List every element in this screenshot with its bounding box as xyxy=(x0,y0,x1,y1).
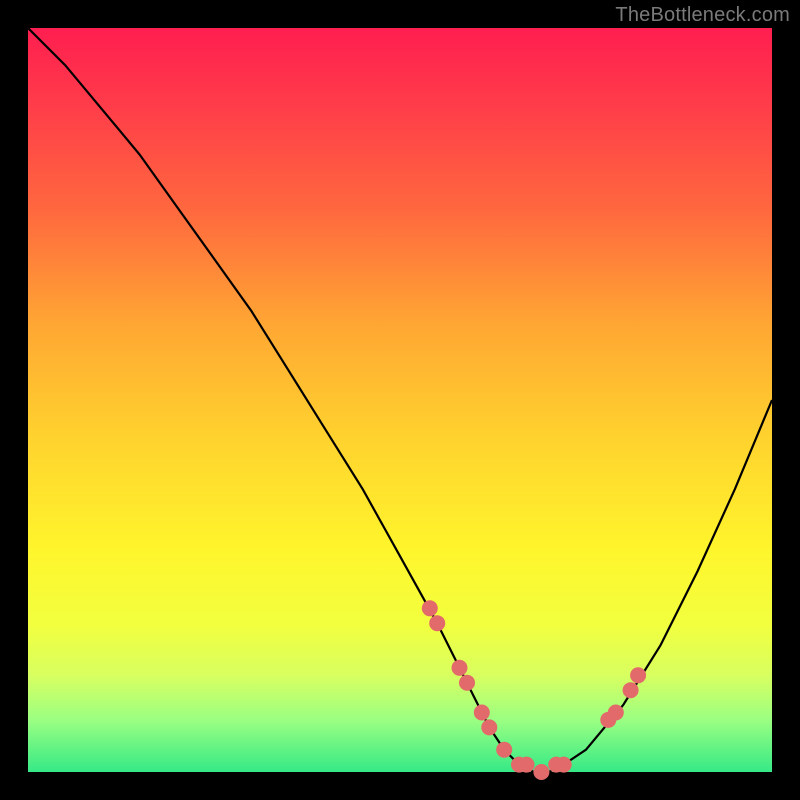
curve-marker xyxy=(429,615,445,631)
watermark-text: TheBottleneck.com xyxy=(615,4,790,27)
curve-marker xyxy=(533,764,549,780)
curve-marker xyxy=(630,667,646,683)
bottleneck-curve-line xyxy=(28,28,772,772)
curve-marker xyxy=(422,600,438,616)
curve-marker xyxy=(608,705,624,721)
curve-marker xyxy=(459,675,475,691)
curve-marker xyxy=(481,719,497,735)
bottleneck-curve-svg xyxy=(28,28,772,772)
curve-marker xyxy=(496,742,512,758)
chart-plot-area xyxy=(28,28,772,772)
curve-marker xyxy=(474,705,490,721)
curve-marker xyxy=(556,757,572,773)
curve-marker xyxy=(623,682,639,698)
curve-marker xyxy=(452,660,468,676)
curve-marker xyxy=(519,757,535,773)
